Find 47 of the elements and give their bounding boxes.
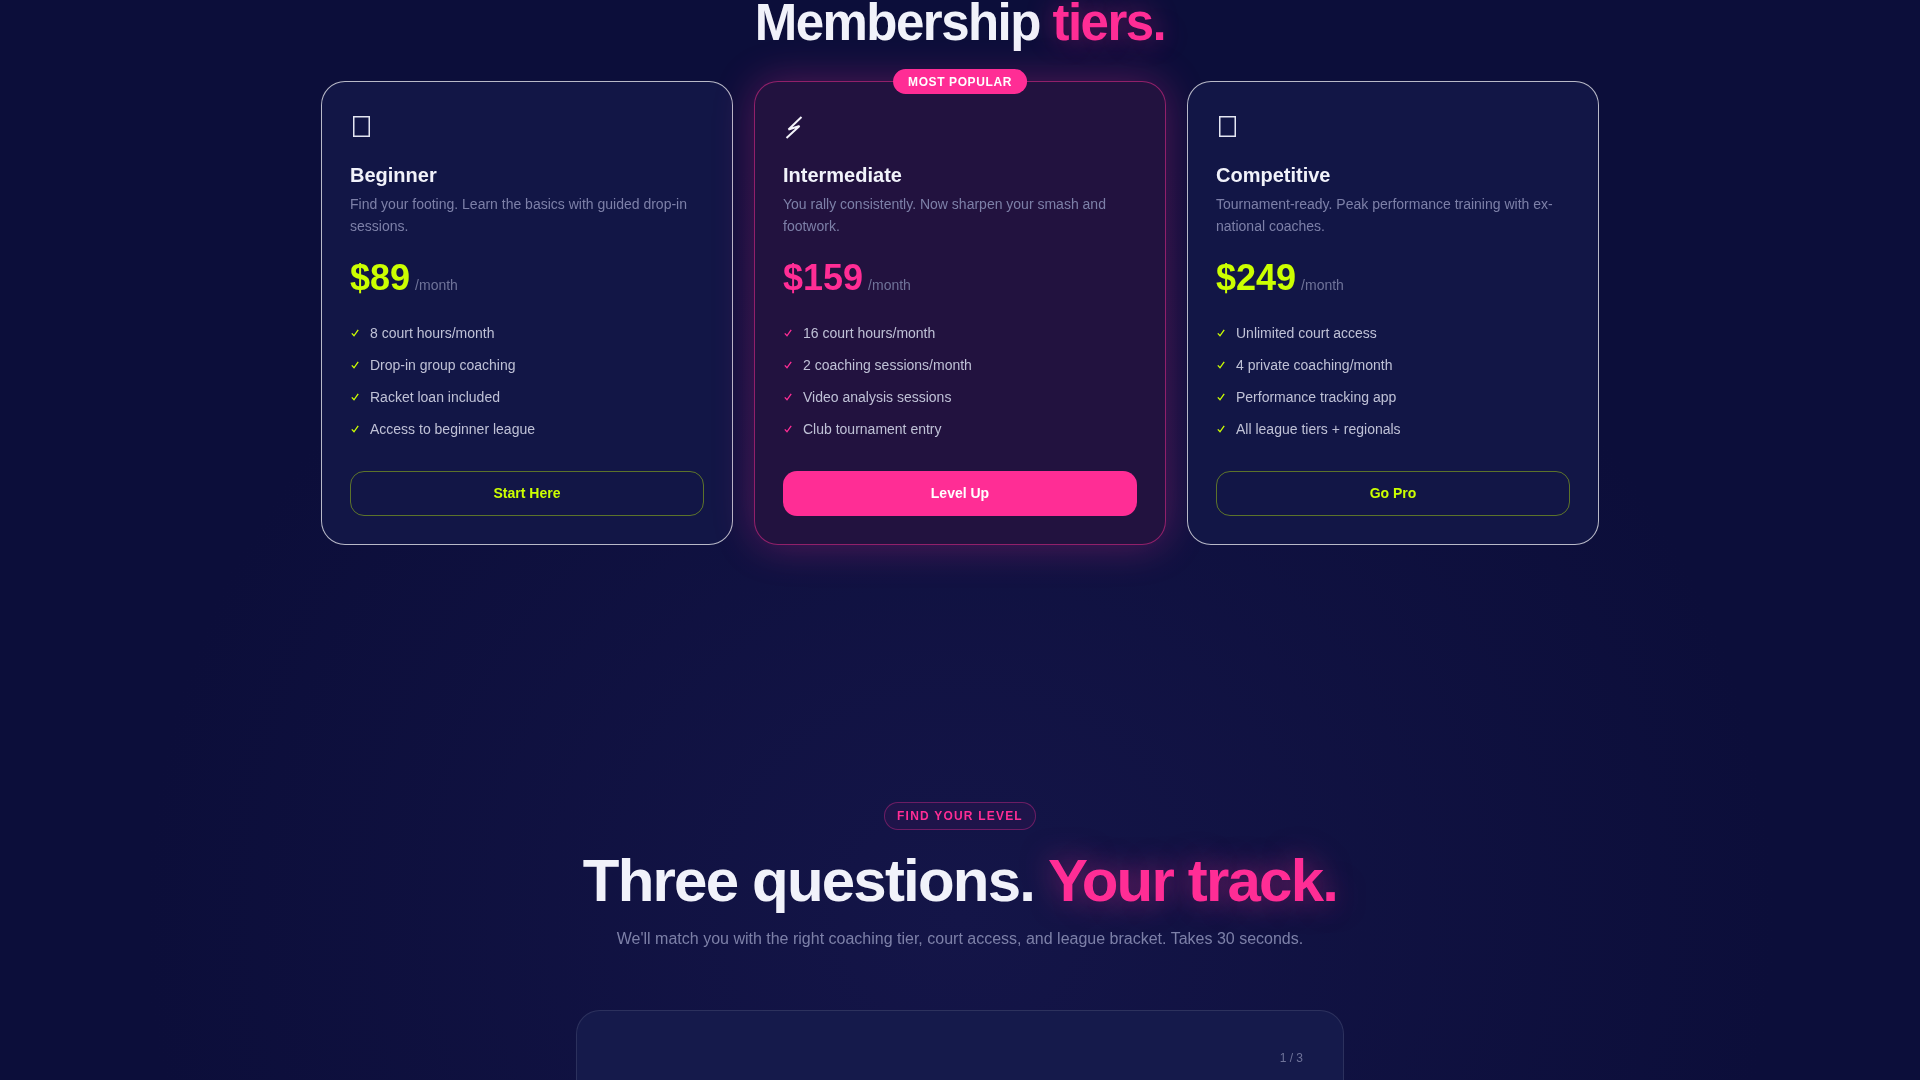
check-icon [1217, 328, 1225, 337]
popular-badge: MOST POPULAR [893, 69, 1027, 94]
tier-name: Beginner [350, 163, 438, 188]
tier-description: Tournament-ready. Peak performance training with ex-national coaches. [1216, 195, 1554, 237]
eyebrow-label: FIND YOUR LEVEL [884, 801, 1036, 831]
plan-button[interactable]: Start Here [350, 470, 704, 516]
feature-text: Video analysis sessions [803, 387, 952, 407]
feature-text: 4 private coaching/month [1236, 355, 1393, 375]
check-icon [1217, 360, 1225, 369]
feature-text: All league tiers + regionals [1236, 419, 1401, 439]
check-icon [784, 360, 792, 369]
check-icon [1217, 392, 1225, 401]
feature-text: 2 coaching sessions/month [803, 355, 972, 375]
section-subtitle: We'll match you with the right coaching tier, court access, and league bracket. Takes 30 seconds. [616, 929, 1304, 950]
check-icon [351, 328, 359, 337]
tier-name: Competitive [1216, 163, 1332, 188]
feature-text: Access to beginner league [370, 419, 535, 439]
check-icon [351, 360, 359, 369]
rectangle-icon [1219, 116, 1236, 137]
check-icon [784, 424, 792, 433]
check-icon [784, 392, 792, 401]
check-icon [1217, 424, 1225, 433]
plan-button[interactable]: Go Pro [1216, 470, 1570, 516]
lightning-icon [785, 116, 803, 139]
price-period: /month [1301, 275, 1344, 295]
tier-price: $159 [783, 259, 864, 296]
feature-text: Unlimited court access [1236, 323, 1377, 343]
feature-text: Club tournament entry [803, 419, 942, 439]
price-period: /month [868, 275, 911, 295]
step-counter: 1 / 3 [1279, 1050, 1303, 1067]
feature-text: Drop-in group coaching [370, 355, 516, 375]
check-icon [784, 328, 792, 337]
feature-text: Racket loan included [370, 387, 500, 407]
tier-price: $249 [1216, 259, 1297, 296]
tier-description: Find your footing. Learn the basics with guided drop-in sessions. [350, 195, 688, 237]
check-icon [351, 424, 359, 433]
tier-price: $89 [350, 259, 411, 296]
feature-text: 8 court hours/month [370, 323, 495, 343]
price-period: /month [415, 275, 458, 295]
feature-text: Performance tracking app [1236, 387, 1397, 407]
feature-text: 16 court hours/month [803, 323, 936, 343]
rectangle-icon [353, 116, 370, 137]
check-icon [351, 392, 359, 401]
tier-name: Intermediate [783, 163, 903, 188]
section-heading: Three questions. Your track. [582, 848, 1338, 915]
tier-description: You rally consistently. Now sharpen your smash and footwork. [783, 195, 1107, 237]
section-heading: Membership tiers. [754, 0, 1166, 53]
